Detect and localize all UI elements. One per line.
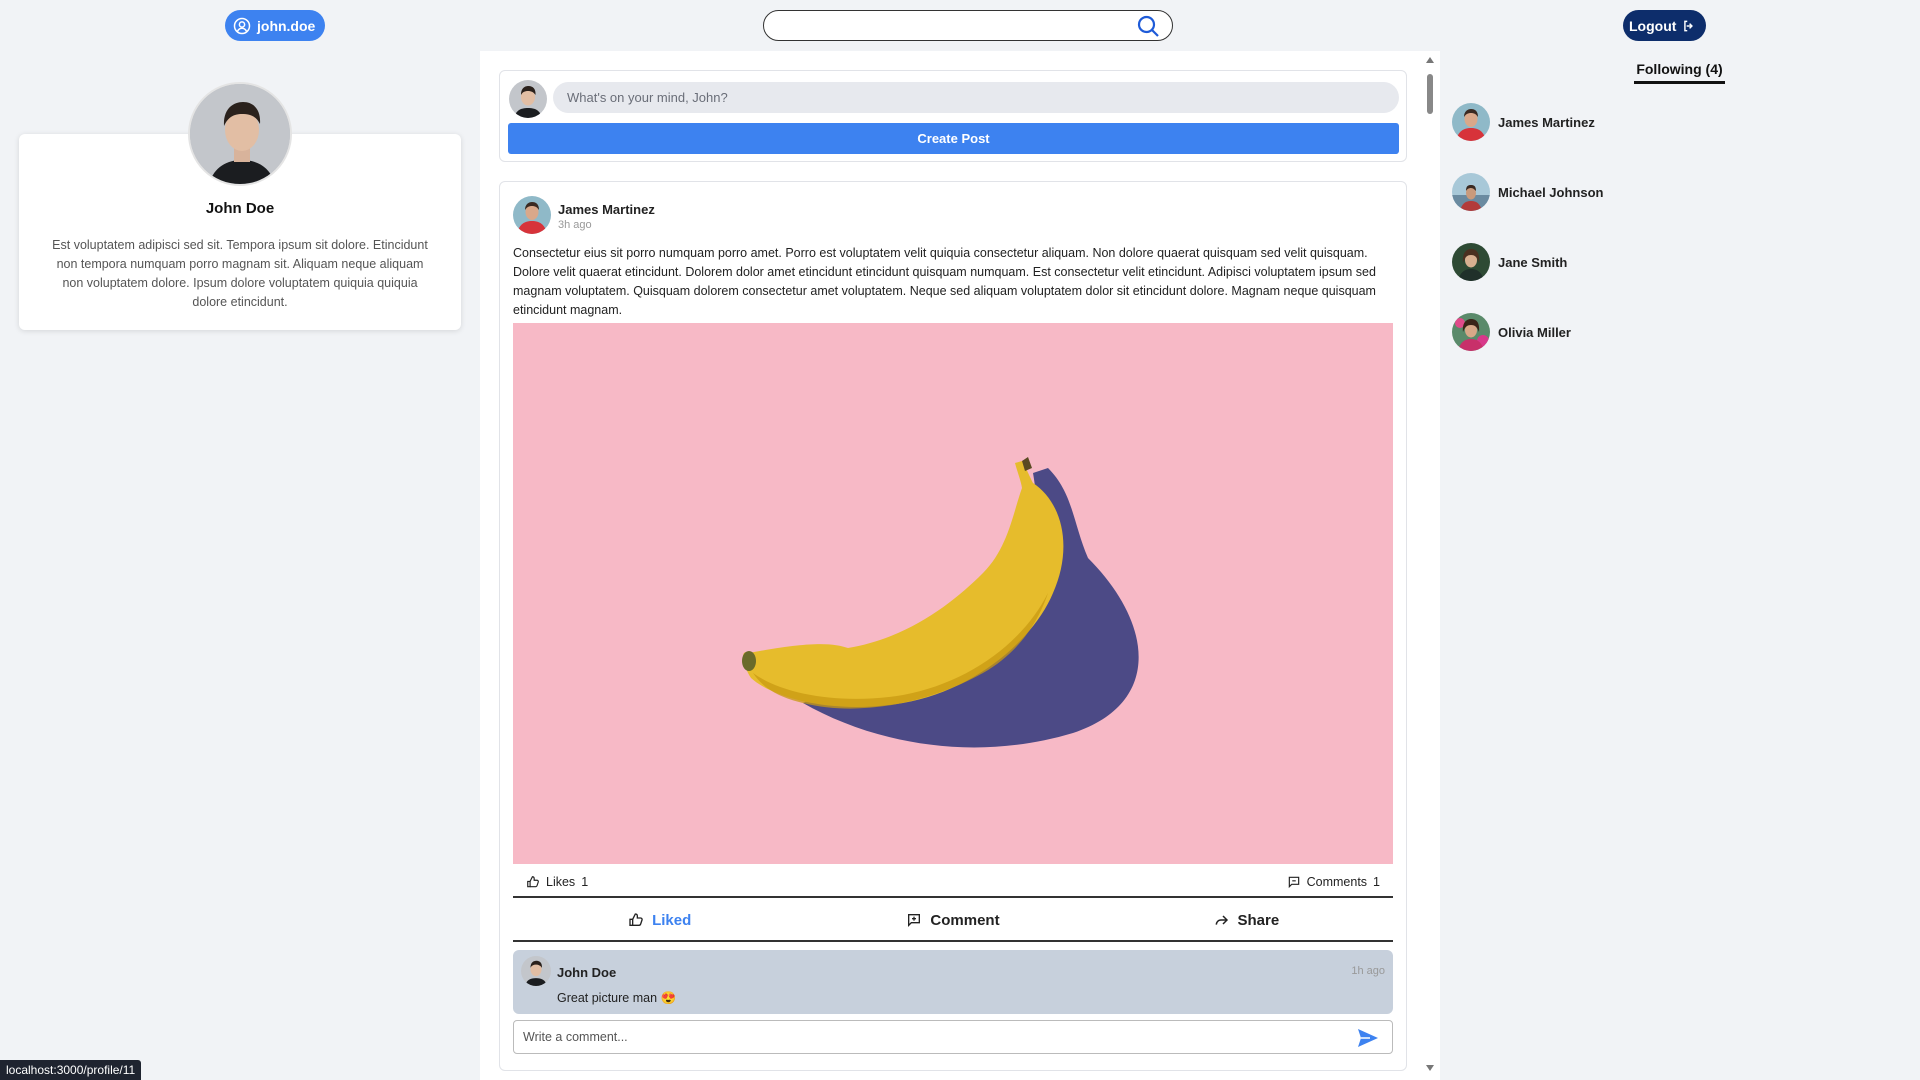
search-bar	[763, 10, 1173, 41]
likes-label: Likes	[546, 875, 576, 889]
profile-bio: Est voluptatem adipisci sed sit. Tempora…	[52, 238, 428, 309]
post-author-name[interactable]: James Martinez	[558, 202, 655, 217]
profile-avatar[interactable]	[188, 82, 292, 186]
user-circle-icon	[233, 17, 251, 34]
comment-timestamp: 1h ago	[1351, 965, 1385, 977]
send-icon[interactable]	[1356, 1026, 1380, 1050]
search-input[interactable]	[778, 15, 1118, 37]
logout-icon	[1684, 20, 1694, 31]
comment-item: John Doe 1h ago Great picture man 😍	[513, 950, 1393, 1014]
following-name: Jane Smith	[1498, 254, 1568, 270]
following-name: Michael Johnson	[1498, 184, 1604, 200]
following-avatar	[1452, 313, 1490, 351]
feed-scrollbar[interactable]	[1424, 57, 1436, 1077]
comment-label: Comment	[930, 911, 1000, 929]
create-post-button[interactable]: Create Post	[508, 123, 1399, 154]
comment-button[interactable]: Comment	[806, 900, 1099, 940]
comment-icon	[1288, 876, 1299, 889]
thumbs-up-icon	[629, 913, 643, 926]
likes-number: 1	[581, 875, 589, 889]
following-avatar	[1452, 103, 1490, 141]
share-icon	[1216, 915, 1229, 925]
likes-count[interactable]: Likes 1	[526, 875, 588, 889]
post-text: Consectetur eius sit porro numquam porro…	[513, 246, 1376, 317]
post-composer: Create Post	[499, 70, 1407, 162]
comment-avatar[interactable]	[521, 956, 551, 986]
profile-button[interactable]: john.doe	[225, 10, 326, 41]
banana-photo-icon	[513, 323, 1393, 864]
following-name: Olivia Miller	[1498, 324, 1571, 340]
post-card: James Martinez 3h ago Consectetur eius s…	[499, 181, 1407, 1071]
status-bar-url: localhost:3000/profile/11	[0, 1060, 142, 1080]
comments-count[interactable]: Comments 1	[1287, 875, 1380, 889]
search-icon[interactable]	[1136, 14, 1160, 38]
following-item[interactable]: Jane Smith	[1452, 243, 1567, 281]
following-item[interactable]: James Martinez	[1452, 103, 1595, 141]
scroll-thumb[interactable]	[1427, 74, 1433, 114]
feed: Create Post James Martinez 3h ago Consec…	[480, 51, 1440, 1080]
comment-author[interactable]: John Doe	[557, 965, 616, 980]
comment-input[interactable]	[523, 1027, 1323, 1047]
logout-button[interactable]: Logout	[1623, 10, 1707, 41]
share-button[interactable]: Share	[1100, 900, 1393, 940]
scroll-down-arrow-icon[interactable]	[1426, 1065, 1434, 1071]
tab-following[interactable]: Following (4)	[1634, 61, 1725, 84]
following-avatar	[1452, 173, 1490, 211]
thumbs-up-icon	[527, 876, 539, 888]
share-label: Share	[1237, 911, 1280, 929]
following-item[interactable]: Michael Johnson	[1452, 173, 1603, 211]
post-author-avatar[interactable]	[513, 196, 551, 234]
write-comment-field	[513, 1020, 1393, 1054]
comments-number: 1	[1373, 875, 1380, 889]
post-actions: Liked Comment Share	[513, 900, 1393, 942]
like-button[interactable]: Liked	[513, 900, 806, 940]
composer-avatar	[509, 80, 547, 118]
comment-icon	[908, 914, 921, 927]
following-item[interactable]: Olivia Miller	[1452, 313, 1571, 351]
comments-label: Comments	[1306, 875, 1368, 889]
username-label: john.doe	[257, 17, 316, 34]
scroll-up-arrow-icon[interactable]	[1426, 57, 1434, 63]
like-label: Liked	[652, 911, 692, 929]
post-input[interactable]	[553, 82, 1399, 113]
following-avatar	[1452, 243, 1490, 281]
logout-label: Logout	[1629, 17, 1677, 34]
post-image[interactable]	[513, 323, 1393, 864]
profile-name: John Doe	[205, 200, 275, 217]
post-stats: Likes 1 Comments 1	[513, 866, 1393, 898]
post-timestamp: 3h ago	[558, 219, 592, 231]
following-name: James Martinez	[1498, 114, 1595, 130]
comment-text: Great picture man 😍	[557, 991, 677, 1005]
top-bar: john.doe Logout	[0, 0, 1920, 51]
